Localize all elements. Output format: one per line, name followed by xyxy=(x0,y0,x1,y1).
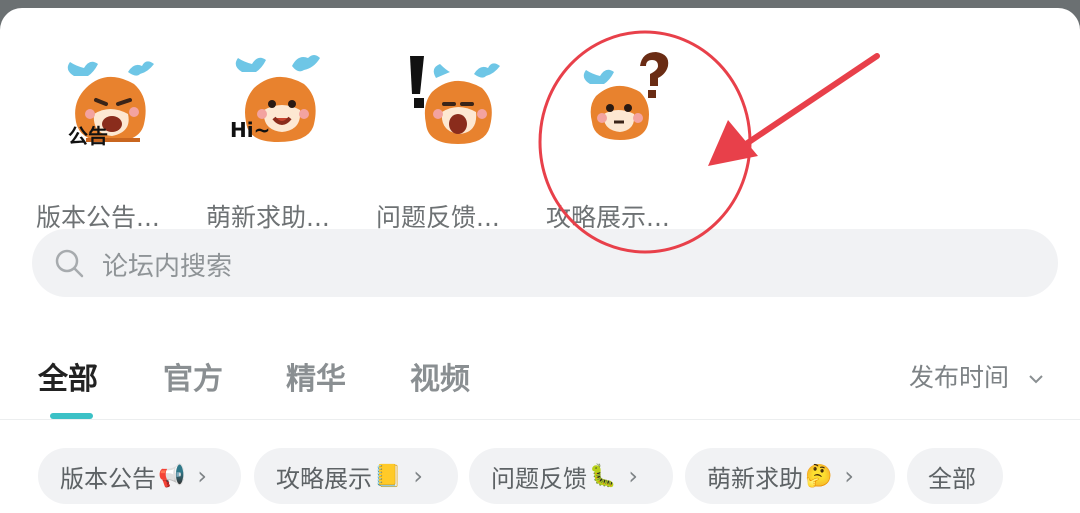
annotation-arrow-shaft xyxy=(737,53,880,151)
forum-panel: 公告 版本公告... Hi~ 萌新求助... 问题反馈... 攻略展示... 论… xyxy=(0,8,1080,513)
annotation-overlay xyxy=(538,30,880,254)
